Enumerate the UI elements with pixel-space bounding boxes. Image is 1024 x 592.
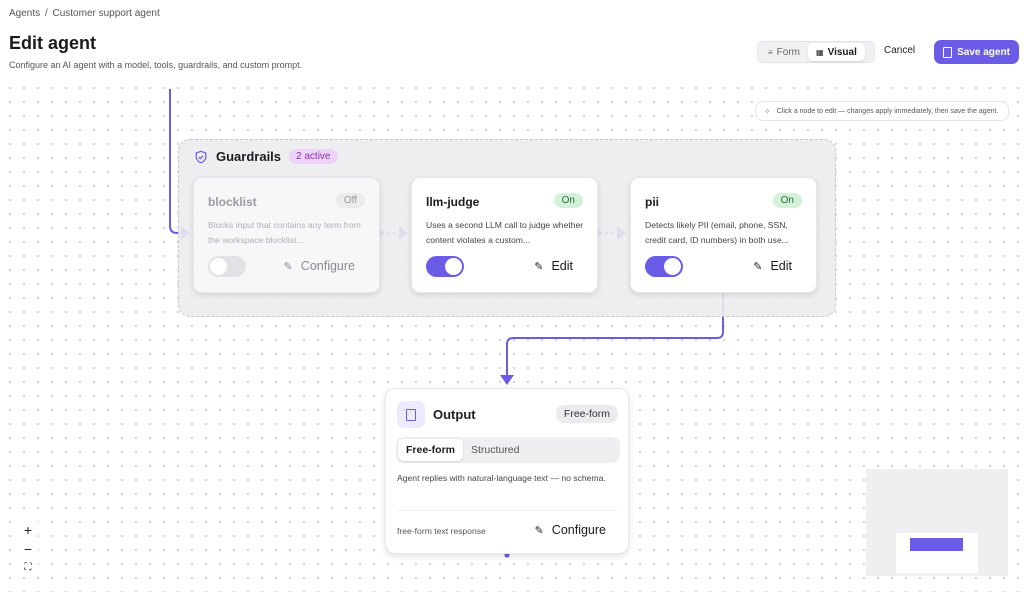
edit-button[interactable]: ✎ Edit (753, 259, 792, 273)
visual-view-button[interactable]: ▦ Visual (808, 43, 865, 61)
guardrail-name: blocklist (208, 195, 257, 209)
guardrail-name: pii (645, 195, 659, 209)
minimap[interactable] (866, 469, 1008, 576)
output-format-tabs: Free-form Structured (396, 437, 620, 463)
canvas-hint: ✧ Click a node to edit — changes apply i… (755, 101, 1009, 121)
guardrails-title: Guardrails (216, 149, 282, 164)
grid-icon: ▦ (816, 47, 824, 57)
edit-icon: ✎ (753, 260, 763, 273)
tab-structured[interactable]: Structured (463, 439, 527, 461)
divider (397, 510, 617, 511)
page-title: Edit agent (9, 33, 97, 53)
breadcrumb: Agents / Customer support agent (9, 8, 162, 19)
save-icon (943, 46, 953, 58)
minimap-node (910, 538, 963, 551)
output-footer-text: free-form text response (397, 526, 486, 536)
configure-button[interactable]: ✎ Configure (284, 259, 355, 273)
status-badge: On (772, 193, 802, 208)
form-view-button[interactable]: ≡ Form (760, 43, 808, 61)
edit-icon: ✎ (534, 524, 544, 537)
page-header: Agents / Customer support agent Edit age… (0, 0, 1024, 78)
guardrail-toggle[interactable] (426, 256, 464, 277)
edit-icon: ✎ (534, 260, 544, 273)
output-title: Output (433, 407, 476, 422)
document-icon (397, 401, 425, 428)
breadcrumb-separator: / (44, 8, 48, 19)
zoom-in-button[interactable]: + (18, 520, 38, 539)
form-view-label: Form (776, 46, 801, 58)
guardrail-node-llm-judge[interactable]: llm-judge On Uses a second LLM call to j… (411, 177, 598, 293)
breadcrumb-current: Customer support agent (52, 8, 160, 19)
guardrail-toggle[interactable] (208, 256, 246, 277)
page-subtitle: Configure an AI agent with a model, tool… (9, 60, 303, 70)
guardrail-description: Uses a second LLM call to judge whether … (426, 220, 584, 245)
edit-label: Edit (770, 259, 792, 273)
zoom-controls: + − ⛶ (18, 520, 38, 577)
output-configure-button[interactable]: ✎ Configure (535, 523, 606, 537)
output-description: Agent replies with natural-language text… (397, 473, 606, 483)
status-badge: On (553, 193, 583, 208)
toggle-knob (445, 258, 462, 275)
guardrail-description: Detects likely PII (email, phone, SSN, c… (645, 220, 789, 245)
guardrails-header: Guardrails 2 active (194, 149, 338, 164)
guardrails-active-badge: 2 active (289, 149, 338, 164)
guardrail-node-pii[interactable]: pii On Detects likely PII (email, phone,… (630, 177, 817, 293)
toggle-knob (664, 258, 681, 275)
guardrail-toggle[interactable] (645, 256, 683, 277)
cancel-button[interactable]: Cancel (884, 45, 915, 56)
list-icon: ≡ (768, 47, 773, 57)
toggle-knob (210, 258, 227, 275)
fit-view-button[interactable]: ⛶ (18, 558, 38, 577)
canvas-hint-text: Click a node to edit — changes apply imm… (776, 107, 999, 115)
status-badge: Off (335, 193, 365, 208)
guardrail-node-blocklist[interactable]: blocklist Off Blocks input that contains… (193, 177, 380, 293)
save-agent-label: Save agent (957, 46, 1010, 58)
output-format-badge: Free-form (555, 405, 618, 423)
configure-label: Configure (551, 523, 606, 537)
guardrail-description: Blocks input that contains any term from… (208, 220, 361, 245)
tab-free-form[interactable]: Free-form (398, 439, 464, 461)
sparkle-icon: ✧ (764, 106, 771, 116)
zoom-out-button[interactable]: − (18, 539, 38, 558)
configure-label: Configure (300, 259, 355, 273)
output-node[interactable]: Output Free-form Free-form Structured Ag… (385, 388, 629, 554)
view-mode-toggle: ≡ Form ▦ Visual (757, 41, 875, 63)
breadcrumb-agents-link[interactable]: Agents (9, 8, 40, 19)
shield-icon (195, 150, 207, 163)
edit-button[interactable]: ✎ Edit (534, 259, 573, 273)
edit-label: Edit (551, 259, 573, 273)
save-agent-button[interactable]: Save agent (934, 40, 1019, 64)
guardrail-name: llm-judge (426, 195, 480, 209)
visual-view-label: Visual (827, 46, 857, 58)
edit-icon: ✎ (283, 260, 293, 273)
